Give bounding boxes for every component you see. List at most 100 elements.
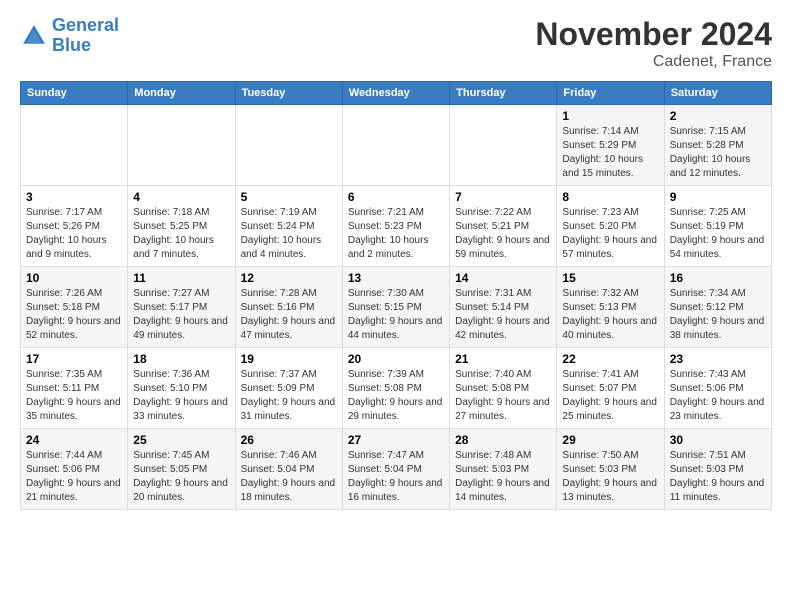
calendar-day-header: Sunday bbox=[21, 82, 128, 105]
day-number: 24 bbox=[26, 433, 122, 447]
calendar-cell: 26 Sunrise: 7:46 AM Sunset: 5:04 PM Dayli… bbox=[235, 429, 342, 510]
calendar-cell: 16 Sunrise: 7:34 AM Sunset: 5:12 PM Dayli… bbox=[664, 267, 771, 348]
calendar-cell: 4 Sunrise: 7:18 AM Sunset: 5:25 PM Daylig… bbox=[128, 186, 235, 267]
calendar-cell: 21 Sunrise: 7:40 AM Sunset: 5:08 PM Dayli… bbox=[450, 348, 557, 429]
day-number: 22 bbox=[562, 352, 658, 366]
day-number: 11 bbox=[133, 271, 229, 285]
day-info: Sunrise: 7:18 AM Sunset: 5:25 PM Dayligh… bbox=[133, 206, 229, 262]
day-number: 29 bbox=[562, 433, 658, 447]
day-info: Sunrise: 7:40 AM Sunset: 5:08 PM Dayligh… bbox=[455, 368, 551, 424]
day-number: 28 bbox=[455, 433, 551, 447]
day-info: Sunrise: 7:34 AM Sunset: 5:12 PM Dayligh… bbox=[670, 287, 766, 343]
day-info: Sunrise: 7:48 AM Sunset: 5:03 PM Dayligh… bbox=[455, 449, 551, 505]
day-info: Sunrise: 7:36 AM Sunset: 5:10 PM Dayligh… bbox=[133, 368, 229, 424]
calendar-cell: 13Sunrise: 7:30 AM Sunset: 5:15 PM Dayli… bbox=[342, 267, 449, 348]
day-number: 21 bbox=[455, 352, 551, 366]
calendar-cell: 12Sunrise: 7:28 AM Sunset: 5:16 PM Dayli… bbox=[235, 267, 342, 348]
day-number: 1 bbox=[562, 109, 658, 123]
day-info: Sunrise: 7:31 AM Sunset: 5:14 PM Dayligh… bbox=[455, 287, 551, 343]
calendar-day-header: Friday bbox=[557, 82, 664, 105]
calendar-header-row: SundayMondayTuesdayWednesdayThursdayFrid… bbox=[21, 82, 772, 105]
calendar-cell: 1 Sunrise: 7:14 AM Sunset: 5:29 PM Daylig… bbox=[557, 105, 664, 186]
day-number: 4 bbox=[133, 190, 229, 204]
calendar-day-header: Monday bbox=[128, 82, 235, 105]
day-number: 7 bbox=[455, 190, 551, 204]
logo-icon bbox=[20, 22, 48, 50]
calendar-cell bbox=[342, 105, 449, 186]
calendar-cell bbox=[235, 105, 342, 186]
calendar-cell bbox=[21, 105, 128, 186]
calendar-cell: 18Sunrise: 7:36 AM Sunset: 5:10 PM Dayli… bbox=[128, 348, 235, 429]
calendar-cell: 2Sunrise: 7:15 AM Sunset: 5:28 PM Daylig… bbox=[664, 105, 771, 186]
day-number: 6 bbox=[348, 190, 444, 204]
calendar-cell: 28 Sunrise: 7:48 AM Sunset: 5:03 PM Dayli… bbox=[450, 429, 557, 510]
day-number: 5 bbox=[241, 190, 337, 204]
day-info: Sunrise: 7:28 AM Sunset: 5:16 PM Dayligh… bbox=[241, 287, 337, 343]
day-number: 27 bbox=[348, 433, 444, 447]
logo: General Blue bbox=[20, 16, 119, 56]
day-info: Sunrise: 7:39 AM Sunset: 5:08 PM Dayligh… bbox=[348, 368, 444, 424]
calendar-cell bbox=[128, 105, 235, 186]
day-number: 23 bbox=[670, 352, 766, 366]
calendar-cell: 27 Sunrise: 7:47 AM Sunset: 5:04 PM Dayli… bbox=[342, 429, 449, 510]
day-info: Sunrise: 7:43 AM Sunset: 5:06 PM Dayligh… bbox=[670, 368, 766, 424]
day-number: 20 bbox=[348, 352, 444, 366]
day-info: Sunrise: 7:37 AM Sunset: 5:09 PM Dayligh… bbox=[241, 368, 337, 424]
day-info: Sunrise: 7:14 AM Sunset: 5:29 PM Dayligh… bbox=[562, 125, 658, 181]
day-info: Sunrise: 7:47 AM Sunset: 5:04 PM Dayligh… bbox=[348, 449, 444, 505]
calendar-cell: 7 Sunrise: 7:22 AM Sunset: 5:21 PM Daylig… bbox=[450, 186, 557, 267]
day-number: 16 bbox=[670, 271, 766, 285]
page: General Blue November 2024 Cadenet, Fran… bbox=[0, 0, 792, 520]
calendar-cell: 22 Sunrise: 7:41 AM Sunset: 5:07 PM Dayli… bbox=[557, 348, 664, 429]
calendar-cell: 20 Sunrise: 7:39 AM Sunset: 5:08 PM Dayli… bbox=[342, 348, 449, 429]
day-number: 14 bbox=[455, 271, 551, 285]
day-info: Sunrise: 7:15 AM Sunset: 5:28 PM Dayligh… bbox=[670, 125, 766, 181]
day-info: Sunrise: 7:21 AM Sunset: 5:23 PM Dayligh… bbox=[348, 206, 444, 262]
day-number: 30 bbox=[670, 433, 766, 447]
day-info: Sunrise: 7:22 AM Sunset: 5:21 PM Dayligh… bbox=[455, 206, 551, 262]
day-number: 9 bbox=[670, 190, 766, 204]
day-info: Sunrise: 7:46 AM Sunset: 5:04 PM Dayligh… bbox=[241, 449, 337, 505]
day-info: Sunrise: 7:35 AM Sunset: 5:11 PM Dayligh… bbox=[26, 368, 122, 424]
day-info: Sunrise: 7:32 AM Sunset: 5:13 PM Dayligh… bbox=[562, 287, 658, 343]
calendar-week-row: 10 Sunrise: 7:26 AM Sunset: 5:18 PM Dayli… bbox=[21, 267, 772, 348]
day-number: 10 bbox=[26, 271, 122, 285]
day-number: 25 bbox=[133, 433, 229, 447]
day-number: 3 bbox=[26, 190, 122, 204]
logo-text: General Blue bbox=[52, 16, 119, 56]
day-number: 8 bbox=[562, 190, 658, 204]
calendar-day-header: Thursday bbox=[450, 82, 557, 105]
calendar-cell: 14 Sunrise: 7:31 AM Sunset: 5:14 PM Dayli… bbox=[450, 267, 557, 348]
calendar-cell: 17 Sunrise: 7:35 AM Sunset: 5:11 PM Dayli… bbox=[21, 348, 128, 429]
day-info: Sunrise: 7:50 AM Sunset: 5:03 PM Dayligh… bbox=[562, 449, 658, 505]
calendar-week-row: 24 Sunrise: 7:44 AM Sunset: 5:06 PM Dayli… bbox=[21, 429, 772, 510]
calendar-cell: 23 Sunrise: 7:43 AM Sunset: 5:06 PM Dayli… bbox=[664, 348, 771, 429]
calendar-cell: 9 Sunrise: 7:25 AM Sunset: 5:19 PM Daylig… bbox=[664, 186, 771, 267]
day-info: Sunrise: 7:26 AM Sunset: 5:18 PM Dayligh… bbox=[26, 287, 122, 343]
calendar-cell: 10 Sunrise: 7:26 AM Sunset: 5:18 PM Dayli… bbox=[21, 267, 128, 348]
calendar-cell: 19 Sunrise: 7:37 AM Sunset: 5:09 PM Dayli… bbox=[235, 348, 342, 429]
day-number: 19 bbox=[241, 352, 337, 366]
calendar-day-header: Wednesday bbox=[342, 82, 449, 105]
day-number: 26 bbox=[241, 433, 337, 447]
calendar-cell: 6 Sunrise: 7:21 AM Sunset: 5:23 PM Daylig… bbox=[342, 186, 449, 267]
calendar-cell bbox=[450, 105, 557, 186]
calendar-cell: 11Sunrise: 7:27 AM Sunset: 5:17 PM Dayli… bbox=[128, 267, 235, 348]
day-number: 17 bbox=[26, 352, 122, 366]
calendar-cell: 30 Sunrise: 7:51 AM Sunset: 5:03 PM Dayli… bbox=[664, 429, 771, 510]
calendar-week-row: 17 Sunrise: 7:35 AM Sunset: 5:11 PM Dayli… bbox=[21, 348, 772, 429]
day-info: Sunrise: 7:45 AM Sunset: 5:05 PM Dayligh… bbox=[133, 449, 229, 505]
calendar-cell: 15Sunrise: 7:32 AM Sunset: 5:13 PM Dayli… bbox=[557, 267, 664, 348]
day-info: Sunrise: 7:44 AM Sunset: 5:06 PM Dayligh… bbox=[26, 449, 122, 505]
calendar-table: SundayMondayTuesdayWednesdayThursdayFrid… bbox=[20, 81, 772, 510]
calendar-cell: 3Sunrise: 7:17 AM Sunset: 5:26 PM Daylig… bbox=[21, 186, 128, 267]
day-info: Sunrise: 7:30 AM Sunset: 5:15 PM Dayligh… bbox=[348, 287, 444, 343]
day-info: Sunrise: 7:51 AM Sunset: 5:03 PM Dayligh… bbox=[670, 449, 766, 505]
calendar-week-row: 3Sunrise: 7:17 AM Sunset: 5:26 PM Daylig… bbox=[21, 186, 772, 267]
calendar-cell: 5Sunrise: 7:19 AM Sunset: 5:24 PM Daylig… bbox=[235, 186, 342, 267]
day-info: Sunrise: 7:25 AM Sunset: 5:19 PM Dayligh… bbox=[670, 206, 766, 262]
location: Cadenet, France bbox=[535, 53, 772, 71]
calendar-cell: 8Sunrise: 7:23 AM Sunset: 5:20 PM Daylig… bbox=[557, 186, 664, 267]
calendar-day-header: Tuesday bbox=[235, 82, 342, 105]
day-info: Sunrise: 7:41 AM Sunset: 5:07 PM Dayligh… bbox=[562, 368, 658, 424]
